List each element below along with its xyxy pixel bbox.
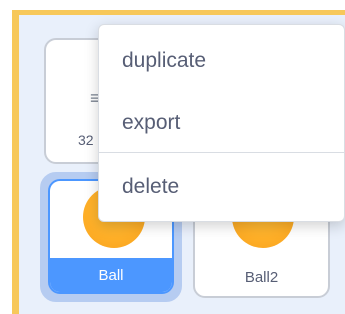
sprite-name-bar: Ball xyxy=(50,258,172,292)
sprite-size-label: 32 xyxy=(78,132,94,148)
sprite-pane-frame: ≡ 32 Ball Ball2 duplicate export delete xyxy=(0,0,345,314)
menu-item-delete[interactable]: delete xyxy=(99,159,344,215)
menu-item-duplicate[interactable]: duplicate xyxy=(99,33,344,89)
sprite-name-label: Ball xyxy=(98,266,124,284)
menu-separator xyxy=(99,152,344,153)
menu-item-label: export xyxy=(122,111,181,134)
frame-left-border xyxy=(12,10,19,314)
menu-item-label: delete xyxy=(122,175,180,198)
menu-item-label: duplicate xyxy=(122,49,207,72)
menu-item-export[interactable]: export xyxy=(99,95,344,151)
context-menu: duplicate export delete xyxy=(98,24,345,222)
sprite-name-label: Ball2 xyxy=(244,269,279,286)
